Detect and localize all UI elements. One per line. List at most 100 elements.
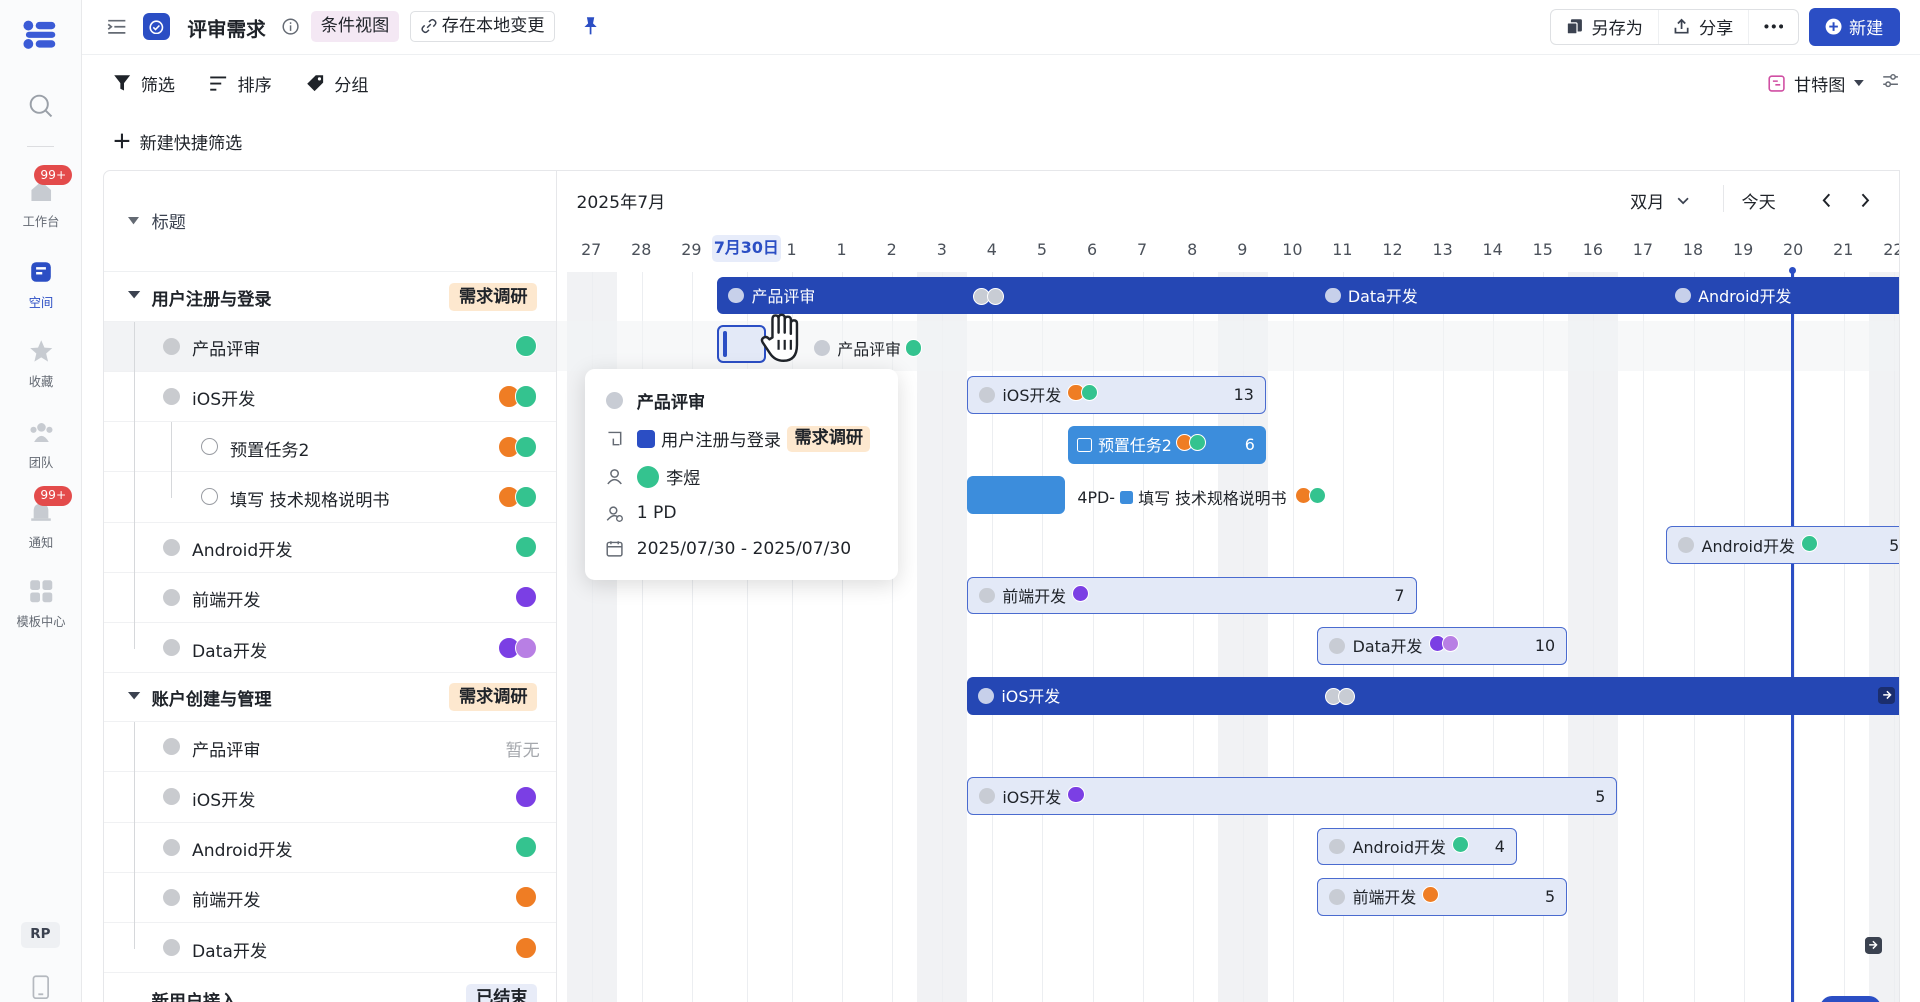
status-tag[interactable]: 已结束 xyxy=(466,984,538,1002)
today-line xyxy=(1791,271,1794,1002)
bar-label: 预置任务2 xyxy=(1098,436,1172,456)
group-row[interactable]: 账户创建与管理 需求调研 xyxy=(103,672,556,723)
status-circle-icon[interactable] xyxy=(200,488,218,506)
range-selector[interactable]: 双月 xyxy=(1630,188,1689,213)
settings-sliders-icon[interactable] xyxy=(1882,71,1899,94)
gantt-group-bar[interactable]: 产品评审 Data开发 Android开发 xyxy=(717,276,1900,315)
filter-button[interactable]: 筛选 xyxy=(113,71,175,96)
row-title: 前端开发 xyxy=(192,891,261,912)
status-circle-icon[interactable] xyxy=(162,538,180,556)
pin-icon[interactable] xyxy=(582,16,599,41)
sort-button[interactable]: 排序 xyxy=(209,71,272,96)
floating-button[interactable] xyxy=(1819,995,1881,1002)
popover-estimate-row[interactable]: 1 PD xyxy=(605,503,677,523)
share-button[interactable]: 分享 xyxy=(1659,9,1749,45)
table-row[interactable]: Data开发 xyxy=(103,623,556,674)
bar-label: 产品评审 xyxy=(837,339,901,359)
search-icon[interactable] xyxy=(27,92,54,124)
gantt-day-label: 12 xyxy=(1382,239,1403,259)
new-quick-filter-button[interactable]: 新建快捷筛选 xyxy=(114,129,242,154)
view-type-tag[interactable]: 条件视图 xyxy=(311,11,400,42)
new-button[interactable]: 新建 xyxy=(1808,7,1901,46)
more-button[interactable] xyxy=(1749,10,1798,44)
nav-item-notifications[interactable]: 99+ 通知 xyxy=(0,486,82,551)
gantt-task-bar[interactable]: iOS开发 5 xyxy=(967,777,1618,816)
view-mode-selector[interactable]: 甘特图 xyxy=(1768,71,1864,96)
gantt-task-bar[interactable]: 前端开发 5 xyxy=(1317,877,1568,916)
table-row[interactable]: 前端开发 xyxy=(103,873,556,924)
table-row[interactable]: iOS开发 xyxy=(103,372,556,423)
resize-handle[interactable] xyxy=(723,331,727,357)
gantt-task-bar[interactable]: Data开发 10 xyxy=(1317,626,1568,665)
bar-count: 5 xyxy=(1544,887,1556,907)
gantt-task-bar[interactable]: 预置任务2 6 xyxy=(1067,425,1266,464)
gantt-task-bar[interactable]: iOS开发 13 xyxy=(967,375,1266,414)
arrow-right-icon[interactable] xyxy=(1864,936,1882,954)
status-circle-icon[interactable] xyxy=(606,392,624,410)
nav-item-team[interactable]: 团队 xyxy=(0,416,82,471)
table-row[interactable]: 前端开发 xyxy=(103,573,556,624)
chevron-right-icon[interactable] xyxy=(1860,190,1870,213)
status-circle-icon[interactable] xyxy=(162,638,180,657)
nav-label: 团队 xyxy=(28,456,54,471)
status-circle-icon[interactable] xyxy=(162,838,180,856)
table-row[interactable]: iOS开发 xyxy=(103,772,556,823)
gantt-task-bar[interactable]: Android开发 4 xyxy=(1317,827,1517,866)
nav-item-favorites[interactable]: 收藏 xyxy=(0,336,82,391)
gantt-task-bar[interactable]: 前端开发 7 xyxy=(967,576,1417,615)
table-row[interactable]: Data开发 xyxy=(103,923,556,974)
status-circle-icon[interactable] xyxy=(162,888,180,906)
collapse-sidebar-icon[interactable] xyxy=(107,17,127,42)
user-avatar[interactable]: RP xyxy=(20,922,60,948)
app-logo-icon[interactable] xyxy=(21,17,60,51)
popover-assignee-row[interactable]: 李煜 xyxy=(605,464,700,489)
status-circle-icon[interactable] xyxy=(162,387,180,406)
gantt-task-bar[interactable] xyxy=(967,476,1066,515)
nav-item-space[interactable]: 空间 xyxy=(0,256,82,311)
caret-down-icon[interactable] xyxy=(128,291,141,300)
gantt-day-label: 29 xyxy=(681,239,702,259)
status-circle-icon[interactable] xyxy=(162,588,180,606)
arrow-right-icon[interactable] xyxy=(1878,686,1896,704)
gantt-task-bar[interactable]: Android开发 5 xyxy=(1666,526,1900,565)
popover-parent-row[interactable]: 用户注册与登录 需求调研 xyxy=(605,426,871,452)
task-table: 标题 用户注册与登录 需求调研 产品评审 iOS开发 预置任务2 填写 技术规格… xyxy=(102,170,556,1002)
bar-count: 10 xyxy=(1534,636,1556,656)
group-title: 用户注册与登录 xyxy=(151,290,272,311)
nav-item-workbench[interactable]: 99+ 工作台 xyxy=(0,165,82,230)
gantt-day-label: 27 xyxy=(581,239,602,259)
today-button[interactable]: 今天 xyxy=(1742,188,1776,213)
save-as-button[interactable]: 另存为 xyxy=(1551,9,1659,45)
table-row[interactable]: Android开发 xyxy=(103,823,556,873)
mobile-icon[interactable] xyxy=(31,975,51,1002)
gantt-day-label: 1 xyxy=(836,239,847,259)
table-row[interactable]: Android开发 xyxy=(103,523,556,573)
status-circle-icon[interactable] xyxy=(162,738,180,756)
table-row[interactable]: 产品评审 xyxy=(103,321,556,373)
caret-down-icon[interactable] xyxy=(128,216,140,226)
bar-label: iOS开发 xyxy=(1002,787,1062,807)
group-row[interactable]: 新用户接入 已结束 xyxy=(104,973,556,1002)
popover-dates-row[interactable]: 2025/07/30 - 2025/07/30 xyxy=(605,539,851,559)
status-tag[interactable]: 需求调研 xyxy=(449,683,538,712)
status-tag[interactable]: 需求调研 xyxy=(449,282,538,311)
gantt-group-bar[interactable]: iOS开发 xyxy=(967,676,1900,715)
table-row[interactable]: 产品评审 暂无 xyxy=(103,722,556,773)
row-title: 前端开发 xyxy=(192,591,261,612)
status-circle-icon[interactable] xyxy=(162,788,180,806)
effort-icon xyxy=(605,505,625,522)
status-circle-icon[interactable] xyxy=(162,938,180,957)
status-circle-icon xyxy=(979,386,996,403)
group-row[interactable]: 用户注册与登录 需求调研 xyxy=(103,272,556,322)
unsaved-changes-button[interactable]: 存在本地变更 xyxy=(410,11,556,42)
nav-item-templates[interactable]: 模板中心 xyxy=(0,576,82,631)
status-circle-icon[interactable] xyxy=(162,337,180,355)
chevron-left-icon[interactable] xyxy=(1822,190,1832,213)
caret-down-icon[interactable] xyxy=(128,691,141,701)
status-circle-icon[interactable] xyxy=(200,438,218,456)
info-icon[interactable] xyxy=(282,17,299,40)
status-circle-icon xyxy=(1329,888,1346,905)
group-button[interactable]: 分组 xyxy=(306,71,369,96)
notification-badge: 99+ xyxy=(34,486,73,506)
bar-count: 7 xyxy=(1394,585,1405,605)
